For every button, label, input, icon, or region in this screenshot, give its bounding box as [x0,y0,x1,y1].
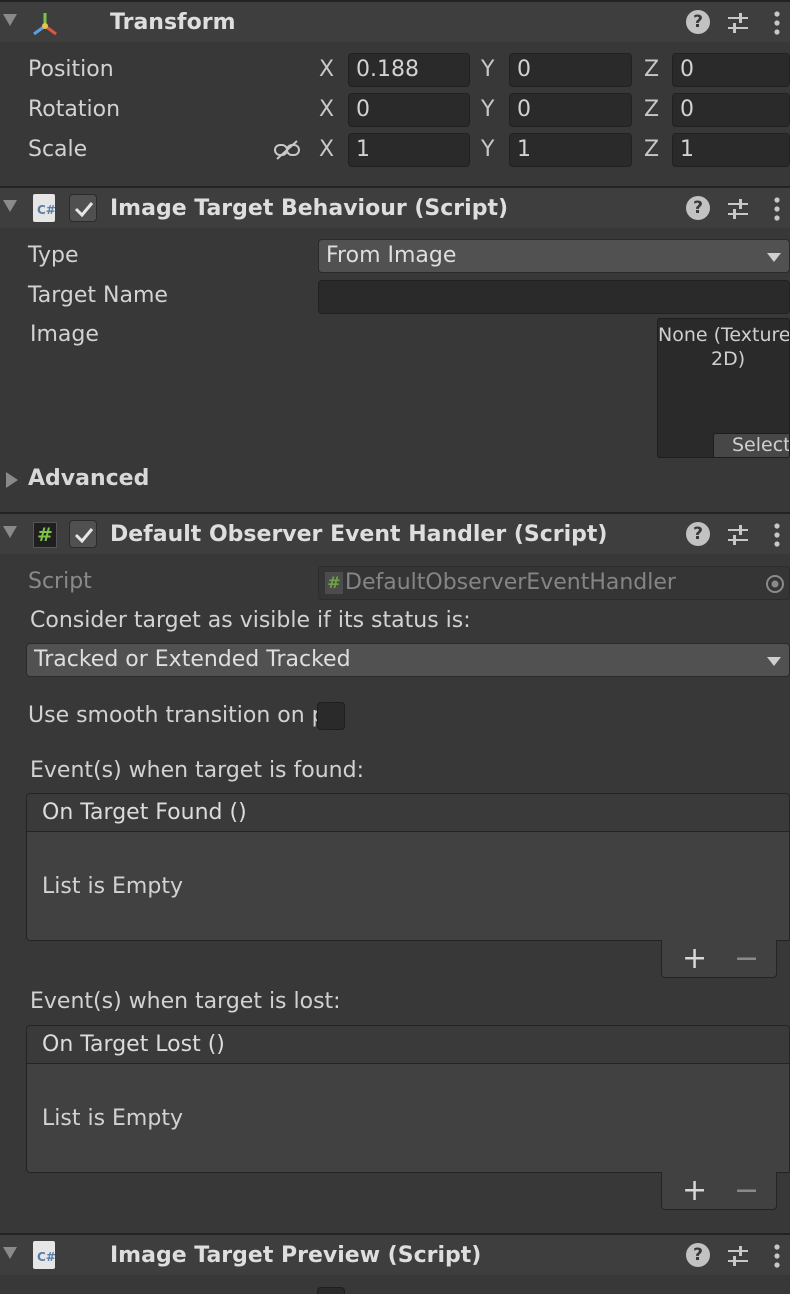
hash-script-icon: # [33,522,57,548]
list-empty-text: List is Empty [42,874,183,899]
presets-icon[interactable] [726,1245,750,1267]
presets-icon[interactable] [726,12,750,34]
scale-z-field[interactable]: 1 [672,133,790,167]
kebab-menu-icon[interactable] [772,196,782,222]
lost-add-remove: + − [661,1172,777,1210]
consider-visible-label: Consider target as visible if its status… [30,608,471,633]
event-list-header: On Target Found () [27,794,789,832]
enable-checkbox[interactable] [69,520,97,548]
scale-x-axis[interactable]: X [319,137,334,162]
help-icon[interactable]: ? [686,10,710,34]
position-y-axis[interactable]: Y [481,57,494,82]
transform-header[interactable]: Transform ? [0,0,790,42]
type-label: Type [28,243,79,268]
cs-script-icon: C# [33,1241,56,1269]
position-x-axis[interactable]: X [319,57,334,82]
position-z-field[interactable]: 0 [672,53,790,87]
lost-events-label: Event(s) when target is lost: [30,989,341,1014]
enable-checkbox[interactable] [69,194,97,222]
presets-icon[interactable] [726,524,750,546]
rotation-z-field[interactable]: 0 [672,93,790,127]
smooth-transition-checkbox[interactable] [317,702,345,730]
help-icon[interactable]: ? [686,522,710,546]
position-y-field[interactable]: 0 [509,53,632,87]
rotation-label: Rotation [28,97,121,122]
fold-triangle-icon[interactable] [3,1247,17,1259]
position-z-axis[interactable]: Z [644,57,659,82]
target-name-field[interactable] [318,280,790,314]
dropdown-arrow-icon [767,657,781,666]
type-value: From Image [326,243,457,268]
component-title: Transform [110,10,236,35]
fold-triangle-icon[interactable] [3,14,17,26]
preview-checkbox[interactable] [317,1287,345,1294]
cs-script-icon: C# [33,194,56,222]
position-label: Position [28,57,114,82]
scale-y-axis[interactable]: Y [481,137,494,162]
component-title: Image Target Behaviour (Script) [110,196,509,221]
advanced-label: Advanced [28,466,150,491]
scale-x-field[interactable]: 1 [348,133,470,167]
help-icon[interactable]: ? [686,196,710,220]
on-target-lost-event-list: On Target Lost () List is Empty [26,1025,790,1173]
script-value: DefaultObserverEventHandler [345,570,676,595]
status-dropdown[interactable]: Tracked or Extended Tracked [26,643,790,677]
script-field: # DefaultObserverEventHandler [318,566,790,600]
foldout-arrow-icon [6,472,18,488]
kebab-menu-icon[interactable] [772,1243,782,1269]
remove-button[interactable]: − [734,1173,759,1208]
component-title: Image Target Preview (Script) [110,1243,482,1268]
rotation-y-axis[interactable]: Y [481,97,494,122]
unlink-constraint-icon[interactable] [273,138,301,162]
found-add-remove: + − [661,940,777,978]
event-list-header: On Target Lost () [27,1026,789,1064]
scale-label: Scale [28,137,88,162]
smooth-transition-label: Use smooth transition on p [28,703,326,728]
script-hash-icon: # [325,572,343,594]
kebab-menu-icon[interactable] [772,10,782,36]
remove-button[interactable]: − [734,941,759,976]
help-icon[interactable]: ? [686,1243,710,1267]
rotation-z-axis[interactable]: Z [644,97,659,122]
kebab-menu-icon[interactable] [772,522,782,548]
scale-z-axis[interactable]: Z [644,137,659,162]
image-select-button[interactable]: Select [713,433,790,457]
image-target-header[interactable]: C# Image Target Behaviour (Script) ? [0,186,790,228]
image-value-line1: None (Texture [658,324,790,346]
on-target-found-event-list: On Target Found () List is Empty [26,793,790,941]
found-events-label: Event(s) when target is found: [30,758,364,783]
list-empty-text: List is Empty [42,1106,183,1131]
rotation-x-axis[interactable]: X [319,97,334,122]
target-name-label: Target Name [28,283,168,308]
object-picker-icon[interactable] [764,573,786,595]
checkmark-icon [74,528,94,544]
add-button[interactable]: + [682,1173,707,1208]
select-label: Select [732,434,790,456]
image-target-preview-header[interactable]: C# Image Target Preview (Script) ? [0,1233,790,1275]
fold-triangle-icon[interactable] [3,526,17,538]
type-dropdown[interactable]: From Image [318,239,790,273]
scale-y-field[interactable]: 1 [509,133,632,167]
fold-triangle-icon[interactable] [3,200,17,212]
transform-icon [33,13,57,36]
cs-icon-text: C# [37,1250,56,1264]
image-value-line2: 2D) [711,348,746,370]
presets-icon[interactable] [726,198,750,220]
component-title: Default Observer Event Handler (Script) [110,522,608,547]
add-button[interactable]: + [682,941,707,976]
rotation-y-field[interactable]: 0 [509,93,632,127]
status-value: Tracked or Extended Tracked [34,647,351,672]
observer-header[interactable]: # Default Observer Event Handler (Script… [0,512,790,554]
image-object-field[interactable]: None (Texture 2D) Select [657,318,790,458]
position-x-field[interactable]: 0.188 [348,53,470,87]
dropdown-arrow-icon [767,253,781,262]
script-label: Script [28,569,92,594]
checkmark-icon [74,202,94,218]
rotation-x-field[interactable]: 0 [348,93,470,127]
cs-icon-text: C# [37,203,56,217]
image-label: Image [30,322,99,347]
